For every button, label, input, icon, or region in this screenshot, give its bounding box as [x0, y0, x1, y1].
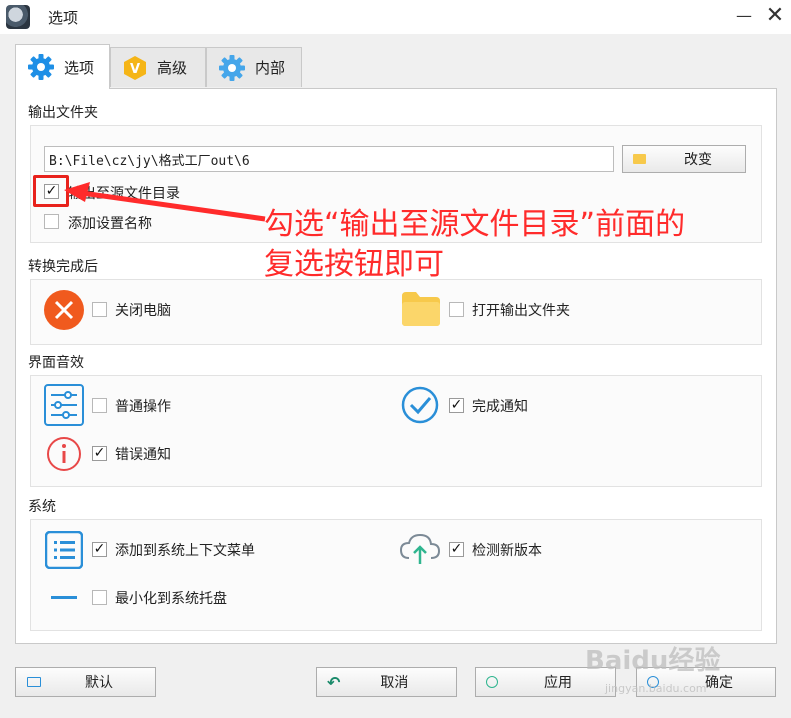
tab-internal[interactable]: 内部	[206, 47, 302, 87]
minimize-button[interactable]: —	[732, 6, 756, 28]
check-circle-icon	[486, 676, 498, 688]
open-folder-checkbox[interactable]	[449, 302, 464, 317]
check-update-checkbox[interactable]: ✓	[449, 542, 464, 557]
context-menu-label: 添加到系统上下文菜单	[115, 543, 255, 559]
title-bar	[0, 0, 791, 34]
error-notify-label: 错误通知	[115, 447, 171, 463]
minimize-tray-label: 最小化到系统托盘	[115, 591, 227, 607]
complete-notify-checkbox[interactable]: ✓	[449, 398, 464, 413]
cancel-button[interactable]: ↶ 取消	[316, 667, 457, 697]
default-button-label: 默认	[85, 675, 113, 691]
sliders-icon	[44, 384, 84, 426]
tab-advanced-label: 高级	[157, 59, 188, 77]
default-button[interactable]: 默认	[15, 667, 156, 697]
folder-icon	[402, 292, 440, 326]
tab-advanced[interactable]: V 高级	[110, 47, 206, 87]
gear-icon	[219, 54, 245, 81]
add-settings-name-checkbox[interactable]	[44, 214, 59, 229]
tab-options-label: 选项	[64, 58, 95, 77]
annotation-arrow	[64, 182, 266, 222]
change-button[interactable]: 改变	[622, 145, 746, 173]
system-group	[30, 519, 762, 631]
shutdown-label: 关闭电脑	[115, 303, 171, 319]
svg-text:V: V	[130, 62, 140, 77]
tab-internal-label: 内部	[255, 59, 286, 77]
sound-group	[30, 375, 762, 487]
list-icon	[45, 531, 83, 569]
open-folder-label: 打开输出文件夹	[472, 303, 570, 319]
hexagon-v-icon: V	[124, 55, 146, 80]
annotation-text: 勾选“输出至源文件目录”前面的 复选按钮即可	[264, 205, 685, 285]
check-update-label: 检测新版本	[472, 543, 542, 559]
section-title-output: 输出文件夹	[28, 105, 98, 121]
section-title-system: 系统	[28, 499, 56, 515]
window-title: 选项	[48, 9, 79, 27]
normal-op-label: 普通操作	[115, 399, 171, 415]
shutdown-checkbox[interactable]	[92, 302, 107, 317]
context-menu-checkbox[interactable]: ✓	[92, 542, 107, 557]
check-circle-icon	[401, 386, 439, 424]
watermark-logo: Baidu经验	[585, 646, 721, 676]
output-path-input[interactable]: B:\File\cz\jy\格式工厂out\6	[44, 146, 614, 172]
app-icon	[6, 5, 30, 29]
change-button-label: 改变	[684, 152, 712, 168]
cloud-upload-icon	[399, 533, 441, 564]
minimize-tray-checkbox[interactable]	[92, 590, 107, 605]
tab-options[interactable]: 选项	[15, 44, 110, 89]
cancel-button-label: 取消	[380, 675, 409, 691]
watermark-url: jingyan.baidu.com	[605, 682, 707, 695]
close-button[interactable]: ✕	[762, 3, 788, 29]
section-title-sound: 界面音效	[28, 355, 84, 371]
back-arrow-icon: ↶	[327, 672, 341, 692]
normal-op-checkbox[interactable]	[92, 398, 107, 413]
info-circle-icon	[47, 437, 81, 471]
folder-icon	[633, 154, 646, 164]
annotation-line-1: 勾选“输出至源文件目录”前面的	[264, 207, 686, 242]
section-title-after-convert: 转换完成后	[28, 259, 98, 275]
gear-icon	[28, 54, 54, 80]
error-notify-checkbox[interactable]: ✓	[92, 446, 107, 461]
complete-notify-label: 完成通知	[472, 399, 528, 415]
shutdown-icon	[44, 290, 84, 330]
apply-button-label: 应用	[544, 675, 572, 691]
printer-icon	[27, 677, 41, 687]
minimize-icon	[51, 596, 77, 599]
